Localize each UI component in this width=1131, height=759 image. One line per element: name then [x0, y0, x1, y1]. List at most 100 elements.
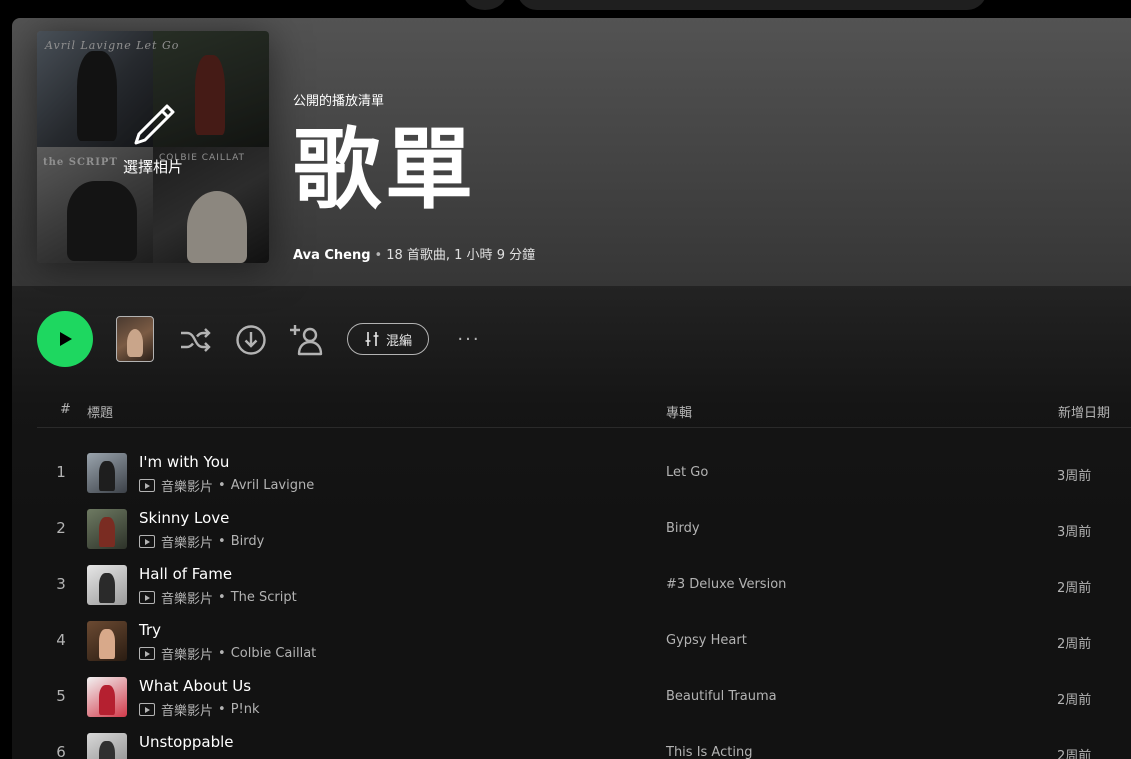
- track-album[interactable]: Gypsy Heart: [666, 633, 747, 648]
- playlist-stats: 18 首歌曲, 1 小時 9 分鐘: [386, 248, 536, 263]
- column-title[interactable]: 標題: [87, 402, 113, 421]
- subtitle-dot: •: [218, 478, 226, 493]
- track-subtitle: 音樂影片 • P!nk: [139, 700, 260, 719]
- download-icon: [236, 325, 266, 355]
- track-title[interactable]: Try: [139, 621, 161, 639]
- artwork-figure: [99, 629, 115, 659]
- play-button[interactable]: [37, 311, 93, 367]
- video-icon: [139, 703, 155, 716]
- table-row[interactable]: 6 Unstoppable This Is Acting 2周前: [37, 725, 1131, 759]
- meta-separator: •: [374, 248, 383, 263]
- track-type: 音樂影片: [161, 536, 214, 551]
- add-user-icon: [290, 325, 323, 356]
- track-title[interactable]: What About Us: [139, 677, 251, 695]
- playlist-type-label: 公開的播放清單: [293, 94, 385, 109]
- invite-collaborator-button[interactable]: [289, 322, 325, 358]
- artwork-figure: [99, 741, 115, 759]
- track-artist[interactable]: Colbie Caillat: [231, 646, 317, 661]
- pencil-icon: [134, 104, 175, 144]
- track-subtitle: 音樂影片 • Birdy: [139, 532, 264, 551]
- track-type: 音樂影片: [161, 704, 214, 719]
- table-row[interactable]: 4 Try 音樂影片 • Colbie Caillat Gypsy Heart 2周…: [37, 613, 1131, 669]
- playlist-title[interactable]: 歌單: [293, 110, 477, 230]
- preview-thumbnail-button[interactable]: [116, 316, 154, 362]
- table-row[interactable]: 5 What About Us 音樂影片 • P!nk Beautiful Trau…: [37, 669, 1131, 725]
- track-number: 2: [56, 519, 66, 537]
- column-number: #: [60, 402, 71, 417]
- subtitle-dot: •: [218, 534, 226, 549]
- track-artwork: [87, 621, 127, 661]
- column-date-added[interactable]: 新增日期: [1058, 402, 1110, 421]
- thumbnail-figure: [127, 329, 143, 357]
- remix-label: 混編: [385, 333, 412, 349]
- artwork-figure: [99, 573, 115, 603]
- track-type: 音樂影片: [161, 592, 214, 607]
- track-album[interactable]: Birdy: [666, 521, 700, 536]
- track-album[interactable]: Beautiful Trauma: [666, 689, 777, 704]
- home-button[interactable]: [463, 0, 507, 10]
- track-artwork: [87, 453, 127, 493]
- video-icon: [139, 535, 155, 548]
- track-title[interactable]: Hall of Fame: [139, 565, 232, 583]
- table-row[interactable]: 1 I'm with You 音樂影片 • Avril Lavigne Let Go…: [37, 445, 1131, 501]
- track-artwork: [87, 509, 127, 549]
- track-date-added: 2周前: [1057, 581, 1092, 596]
- shuffle-button[interactable]: [177, 322, 213, 358]
- table-row[interactable]: 3 Hall of Fame 音樂影片 • The Script #3 Deluxe…: [37, 557, 1131, 613]
- track-number: 3: [56, 575, 66, 593]
- playlist-meta: Ava Cheng • 18 首歌曲, 1 小時 9 分鐘: [293, 244, 535, 263]
- track-artwork: [87, 733, 127, 759]
- track-artwork: [87, 677, 127, 717]
- track-artwork: [87, 565, 127, 605]
- track-title[interactable]: Skinny Love: [139, 509, 229, 527]
- more-options-button[interactable]: ···: [452, 324, 486, 354]
- track-type: 音樂影片: [161, 648, 214, 663]
- play-icon: [60, 332, 72, 346]
- track-album[interactable]: Let Go: [666, 465, 708, 480]
- track-date-added: 2周前: [1057, 749, 1092, 759]
- download-button[interactable]: [233, 322, 269, 358]
- track-album[interactable]: This Is Acting: [666, 745, 752, 759]
- subtitle-dot: •: [218, 702, 226, 717]
- track-title[interactable]: Unstoppable: [139, 733, 234, 751]
- playlist-cover[interactable]: Avril Lavigne Let Go the SCRIPT COLBIE C…: [37, 31, 269, 263]
- track-subtitle: 音樂影片 • Avril Lavigne: [139, 476, 314, 495]
- subtitle-dot: •: [218, 590, 226, 605]
- top-bar: [0, 0, 1131, 18]
- column-album[interactable]: 專輯: [666, 402, 692, 421]
- track-artist[interactable]: Avril Lavigne: [231, 478, 315, 493]
- track-number: 4: [56, 631, 66, 649]
- subtitle-dot: •: [218, 646, 226, 661]
- owner-link[interactable]: Ava Cheng: [293, 248, 371, 263]
- artwork-figure: [99, 517, 115, 547]
- video-icon: [139, 647, 155, 660]
- table-row[interactable]: 2 Skinny Love 音樂影片 • Birdy Birdy 3周前: [37, 501, 1131, 557]
- track-artist[interactable]: P!nk: [231, 702, 260, 717]
- track-number: 6: [56, 743, 66, 759]
- track-type: 音樂影片: [161, 480, 214, 495]
- track-date-added: 3周前: [1057, 525, 1092, 540]
- track-artist[interactable]: Birdy: [231, 534, 265, 549]
- sliders-icon: [365, 332, 379, 346]
- track-date-added: 2周前: [1057, 693, 1092, 708]
- track-number: 1: [56, 463, 66, 481]
- track-artist[interactable]: The Script: [231, 590, 297, 605]
- track-date-added: 2周前: [1057, 637, 1092, 652]
- track-list: 1 I'm with You 音樂影片 • Avril Lavigne Let Go…: [37, 445, 1131, 759]
- search-bar[interactable]: [517, 0, 987, 10]
- video-icon: [139, 591, 155, 604]
- track-date-added: 3周前: [1057, 469, 1092, 484]
- track-subtitle: 音樂影片 • The Script: [139, 588, 297, 607]
- track-album[interactable]: #3 Deluxe Version: [666, 577, 786, 592]
- edit-cover-overlay[interactable]: 選擇相片: [37, 31, 269, 263]
- playlist-panel: Avril Lavigne Let Go the SCRIPT COLBIE C…: [12, 18, 1131, 759]
- track-number: 5: [56, 687, 66, 705]
- artwork-figure: [99, 685, 115, 715]
- choose-photo-label: 選擇相片: [122, 157, 183, 176]
- remix-button[interactable]: 混編: [347, 323, 429, 355]
- artwork-figure: [99, 461, 115, 491]
- shuffle-icon: [181, 328, 211, 352]
- track-subtitle: 音樂影片 • Colbie Caillat: [139, 644, 316, 663]
- track-table-header: # 標題 專輯 新增日期: [37, 400, 1131, 428]
- track-title[interactable]: I'm with You: [139, 453, 229, 471]
